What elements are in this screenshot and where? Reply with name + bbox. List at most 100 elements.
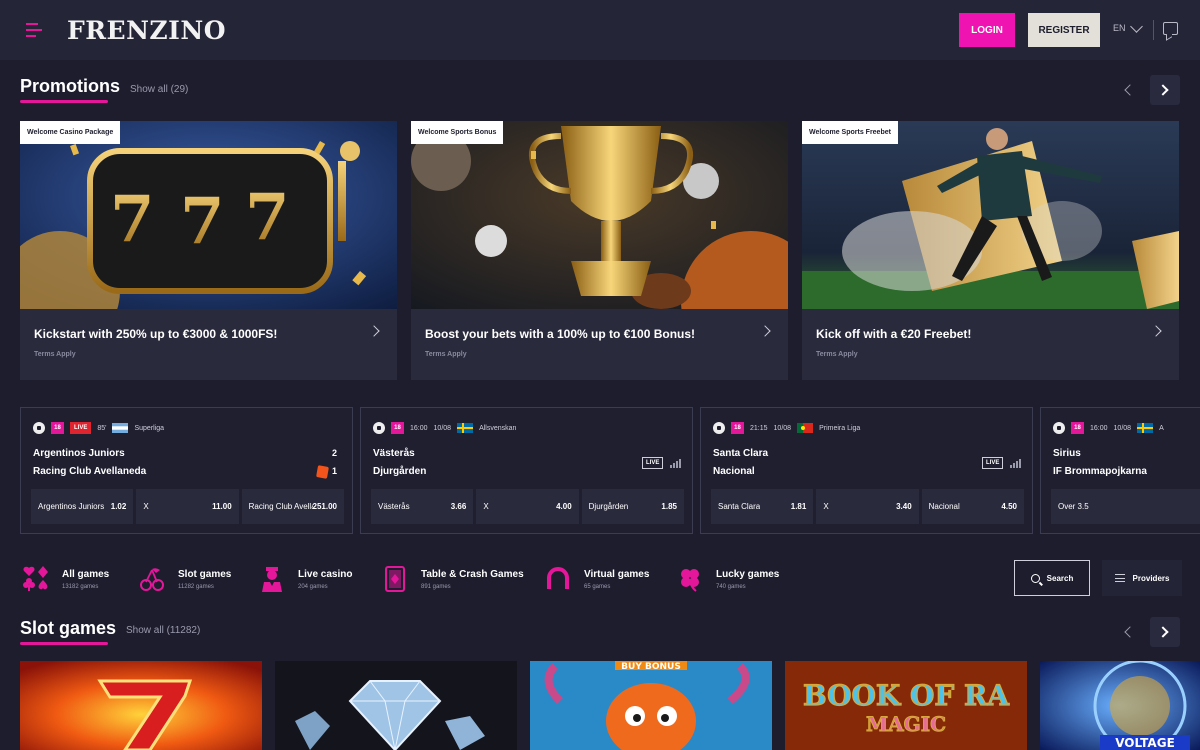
chevron-right-icon (368, 325, 380, 337)
search-button[interactable]: Search (1014, 560, 1090, 596)
category-table-crash[interactable]: Table & Crash Games 891 games (381, 563, 524, 595)
search-icon (1030, 573, 1040, 583)
category-name: Slot games (178, 568, 232, 580)
team-away: IF Brommapojkarna (1053, 466, 1147, 477)
odd-button[interactable]: Västerås 3.66 (371, 489, 474, 524)
chevron-right-icon (1157, 626, 1169, 638)
promo-card-sports[interactable]: Welcome Sports Bonus Boost your bets wit… (411, 121, 788, 380)
match-card[interactable]: 18 21:15 10/08 Primeira Liga Santa Clara… (700, 407, 1033, 534)
category-count: 65 games (584, 583, 611, 590)
promo-card-casino[interactable]: 7 7 7 Welcome Casino Package Kickstart w… (20, 121, 397, 380)
tile-label: VOLTAGE (1115, 736, 1175, 750)
odd-button[interactable]: X 3.40 (816, 489, 919, 524)
category-lucky-games[interactable]: Lucky games 740 games (676, 563, 779, 595)
svg-text:7: 7 (245, 180, 290, 255)
promotions-show-all-link[interactable]: Show all (29) (130, 84, 188, 95)
cards-suits-icon (23, 566, 48, 591)
slots-prev-button[interactable] (1115, 619, 1141, 645)
match-date: 10/08 (773, 424, 792, 432)
chevron-right-icon (1157, 84, 1169, 96)
football-icon (713, 422, 725, 434)
odd-button[interactable]: Argentinos Juniors 1.02 (31, 489, 134, 524)
football-icon (373, 422, 385, 434)
age-badge: 18 (731, 422, 744, 434)
game-tile-book-of-ra[interactable]: BOOK OF RA MAGIC (785, 661, 1027, 750)
odd-button[interactable]: X 11.00 (136, 489, 239, 524)
promo-terms[interactable]: Terms Apply (425, 351, 467, 358)
game-tile-octopus[interactable]: BUY BONUS (530, 661, 772, 750)
promo-badge: Welcome Casino Package (20, 121, 121, 144)
category-all-games[interactable]: All games 13182 games (22, 563, 109, 595)
slots-next-button[interactable] (1150, 617, 1180, 647)
tile-label: BOOK OF RA (803, 679, 1010, 712)
language-select[interactable]: EN (1113, 19, 1143, 33)
team-away: Racing Club Avellaneda (33, 466, 147, 477)
promo-card-freebet[interactable]: Welcome Sports Freebet Kick off with a €… (802, 121, 1179, 380)
team-away: Nacional (713, 466, 755, 477)
category-virtual-games[interactable]: Virtual games 65 games (544, 563, 649, 595)
promo-terms[interactable]: Terms Apply (816, 351, 858, 358)
chevron-right-icon (759, 325, 771, 337)
clover-icon (681, 569, 699, 592)
tile-label: BUY BONUS (621, 662, 681, 672)
category-count: 891 games (421, 583, 451, 590)
chevron-left-icon (1124, 84, 1136, 96)
promotions-next-button[interactable] (1150, 75, 1180, 105)
promo-image-trophy (411, 121, 788, 309)
match-card[interactable]: 18 16:00 10/08 Allsvenskan Västerås Djur… (360, 407, 693, 534)
live-stream-tag: LIVE (642, 457, 664, 469)
promo-title: Kickstart with 250% up to €3000 & 1000FS… (34, 327, 278, 341)
login-button[interactable]: LOGIN (959, 13, 1015, 47)
list-icon (1114, 574, 1125, 582)
league-name: Superliga (134, 424, 165, 432)
octopus-art: BUY BONUS (530, 661, 772, 750)
menu-icon[interactable] (26, 23, 42, 37)
category-name: All games (62, 568, 110, 580)
league-name: Primeira Liga (819, 424, 861, 432)
chevron-right-icon (1150, 325, 1162, 337)
providers-button[interactable]: Providers (1102, 560, 1182, 596)
match-card[interactable]: 18 16:00 10/08 A Sirius IF Brommapojkarn… (1040, 407, 1200, 534)
providers-label: Providers (1132, 573, 1170, 583)
match-date: 10/08 (1113, 424, 1132, 432)
match-date: 10/08 (433, 424, 452, 432)
game-tile-hot-seven[interactable] (20, 661, 262, 750)
category-count: 13182 games (62, 583, 99, 590)
team-home: Santa Clara (713, 448, 769, 459)
horseshoe-icon (547, 567, 569, 589)
odd-button[interactable]: Racing Club Avellaneda251.00 (241, 489, 344, 524)
slot-games-show-all-link[interactable]: Show all (11282) (126, 625, 200, 636)
sweden-flag-icon (457, 423, 474, 433)
league-name: Allsvenskan (479, 424, 517, 432)
category-count: 11282 games (178, 583, 214, 590)
odd-button[interactable]: X 4.00 (476, 489, 579, 524)
odd-button[interactable]: Santa Clara 1.81 (711, 489, 814, 524)
odd-button[interactable]: Nacional 4.50 (921, 489, 1024, 524)
chat-icon[interactable] (1163, 22, 1178, 35)
promo-terms[interactable]: Terms Apply (34, 351, 76, 358)
category-live-casino[interactable]: Live casino 204 games (258, 563, 352, 595)
slot-games-title: Slot games (20, 618, 117, 645)
logo[interactable]: FRENZINO (67, 16, 226, 45)
league-name: A (1159, 424, 1164, 432)
promotions-title: Promotions (20, 76, 121, 103)
chevron-left-icon (1124, 626, 1136, 638)
match-card[interactable]: 18 LIVE 85' Superliga Argentinos Juniors… (20, 407, 353, 534)
game-tile-diamonds[interactable] (275, 661, 517, 750)
category-name: Table & Crash Games (421, 568, 524, 580)
match-time: 85' (97, 424, 107, 432)
language-label: EN (1113, 23, 1126, 33)
top-header: FRENZINO LOGIN REGISTER EN (0, 0, 1200, 60)
team-home: Västerås (373, 448, 415, 459)
category-slot-games[interactable]: Slot games 11282 games (138, 563, 231, 595)
team-home: Argentinos Juniors (33, 448, 125, 459)
odds-row: Västerås 3.66 X 4.00 Djurgården 1.85 (371, 489, 684, 524)
odd-button[interactable]: Over 3.5 (1051, 489, 1200, 524)
age-badge: 18 (391, 422, 404, 434)
game-tile-voltage[interactable]: VOLTAGE (1040, 661, 1200, 750)
promotions-prev-button[interactable] (1115, 77, 1141, 103)
diamonds-art (275, 661, 517, 750)
chevron-down-icon (1129, 19, 1143, 33)
register-button[interactable]: REGISTER (1028, 13, 1100, 47)
odd-button[interactable]: Djurgården 1.85 (581, 489, 684, 524)
